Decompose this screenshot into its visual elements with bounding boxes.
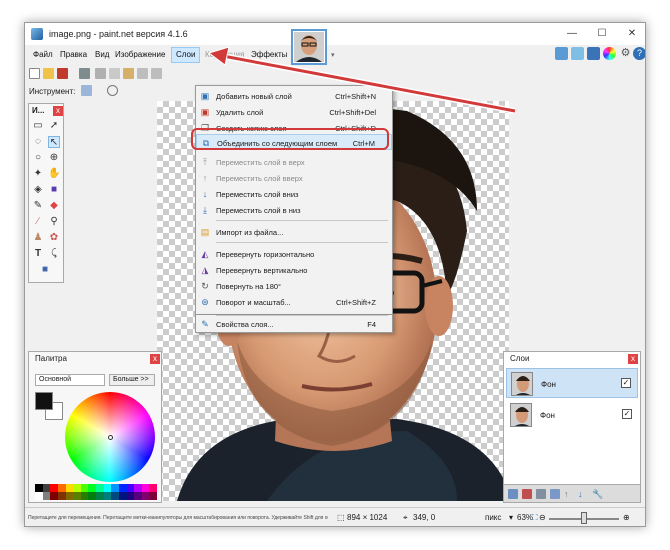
annotation-arrow [207,46,516,114]
app-window: image.png - paint.net версия 4.1.6 — ☐ ✕… [24,22,646,527]
